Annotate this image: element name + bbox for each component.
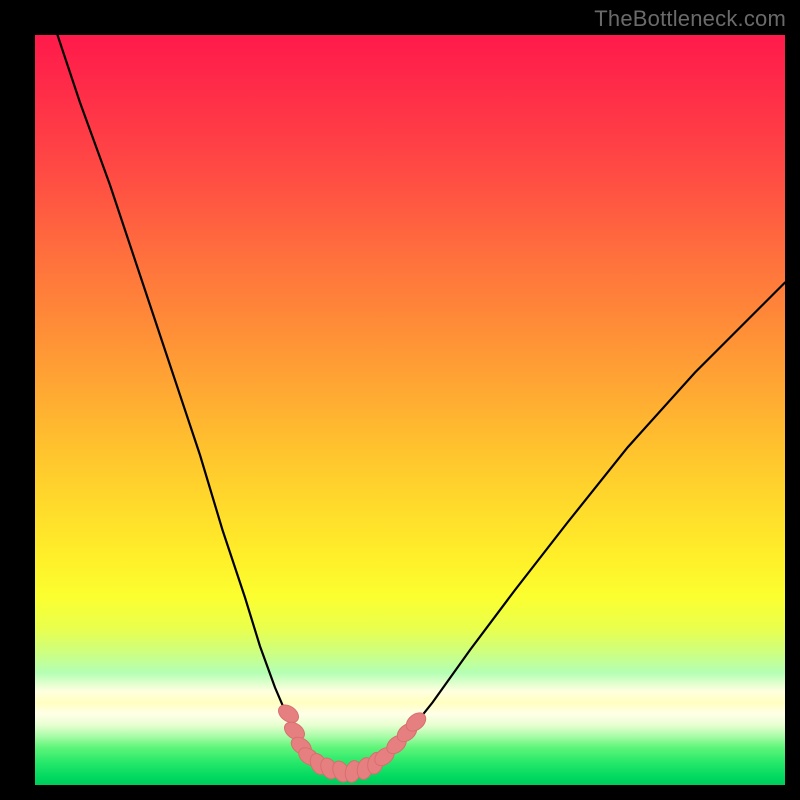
marker-group bbox=[275, 701, 429, 784]
watermark-text: TheBottleneck.com bbox=[594, 6, 786, 32]
chart-frame: TheBottleneck.com bbox=[0, 0, 800, 800]
plot-area bbox=[35, 35, 785, 785]
bottleneck-curve bbox=[58, 35, 786, 773]
curve-group bbox=[58, 35, 786, 773]
chart-svg bbox=[35, 35, 785, 785]
